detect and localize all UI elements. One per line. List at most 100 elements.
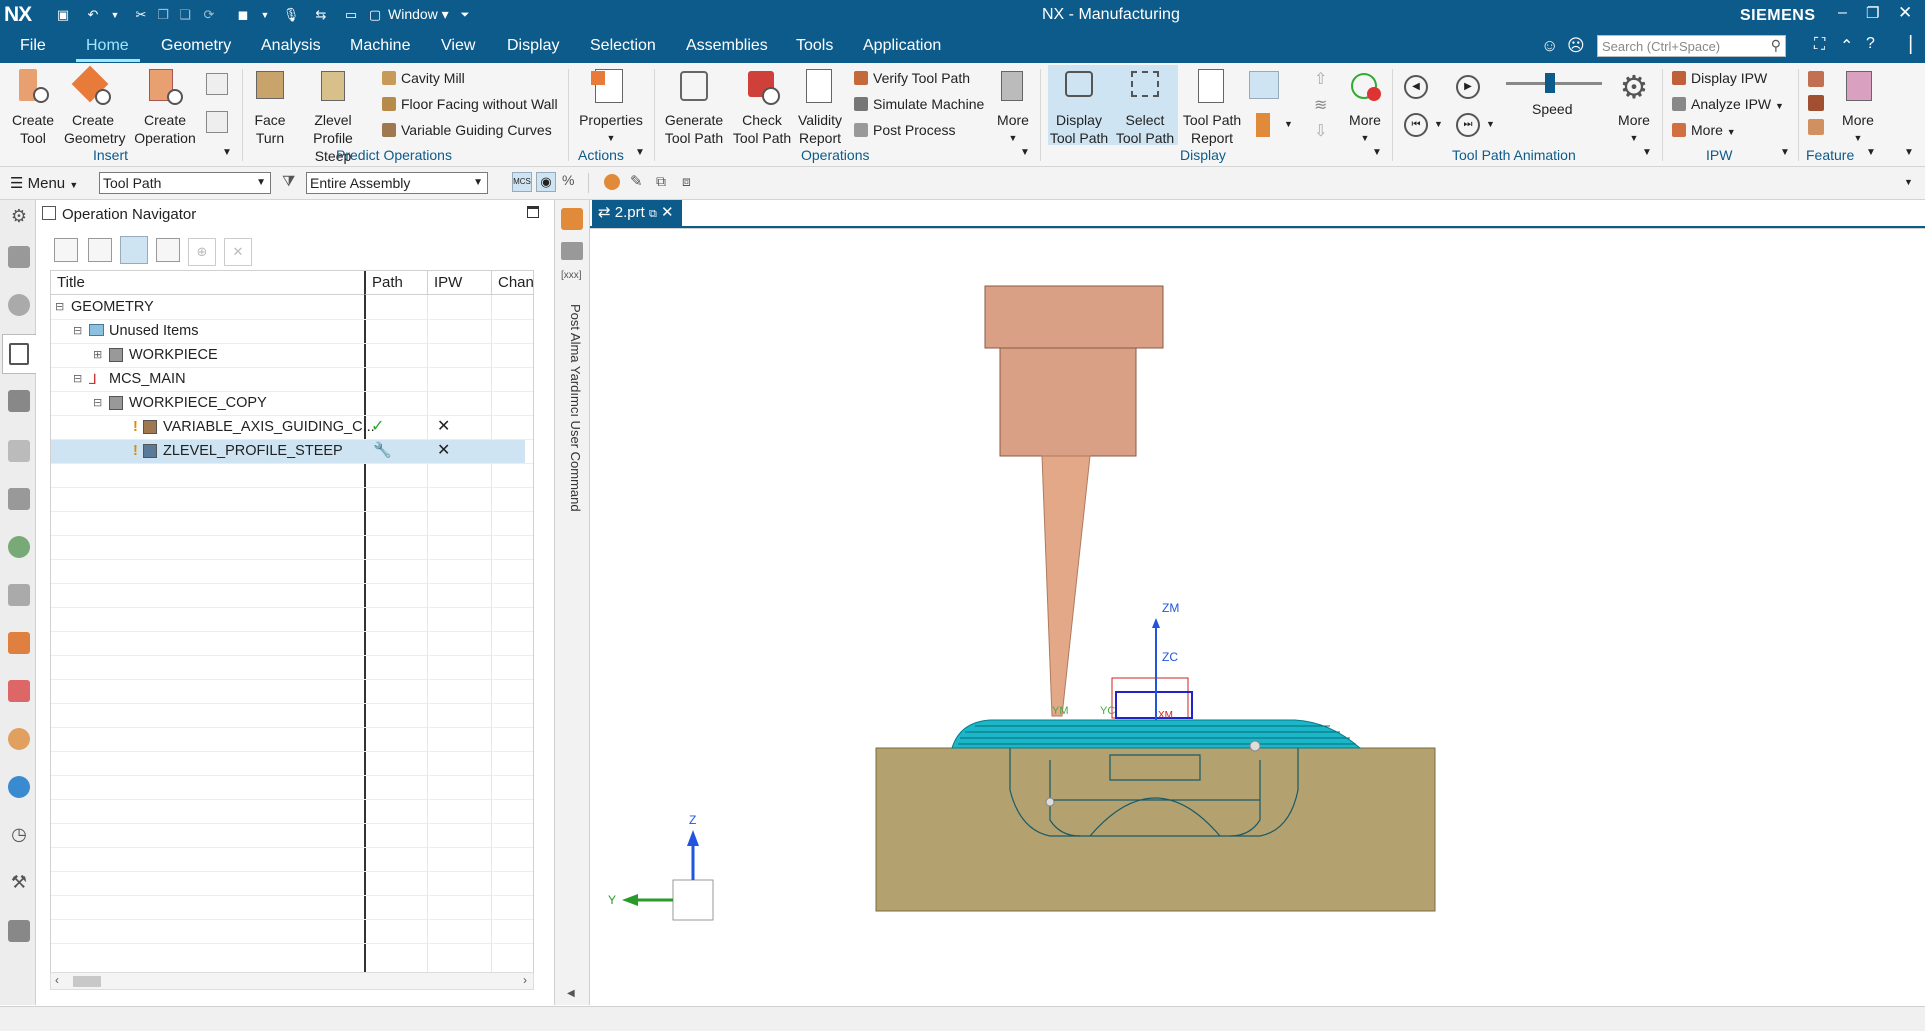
menu-file[interactable]: File bbox=[20, 37, 46, 55]
smile-icon[interactable]: ☺ bbox=[1541, 36, 1558, 56]
undo-dropdown-icon[interactable]: ▼ bbox=[106, 6, 124, 24]
post-process-button[interactable]: Post Process bbox=[854, 121, 955, 139]
properties-button[interactable]: Properties ▼ bbox=[578, 67, 644, 147]
mcs-icon[interactable]: MCS bbox=[512, 172, 532, 192]
side-panel-collapse-icon[interactable]: ◀ bbox=[567, 988, 575, 999]
visibility-icon[interactable]: ◉ bbox=[536, 172, 556, 192]
simulate-machine-button[interactable]: Simulate Machine bbox=[854, 95, 984, 113]
filter-percent-icon[interactable]: % bbox=[562, 172, 574, 188]
animation-group-dropdown[interactable]: ▼ bbox=[1642, 147, 1652, 158]
assembly-navigator-icon[interactable] bbox=[8, 294, 30, 316]
create-geometry-button[interactable]: Create Geometry bbox=[64, 65, 125, 147]
scroll-left-icon[interactable]: ‹ bbox=[55, 973, 59, 987]
side-panel-icon-3[interactable]: [xxx] bbox=[561, 270, 582, 281]
operations-group-dropdown[interactable]: ▼ bbox=[1020, 147, 1030, 158]
cam-scene[interactable]: ZM ZC YM YC XM Z Y bbox=[590, 200, 1925, 1006]
menu-machine[interactable]: Machine bbox=[350, 37, 410, 55]
ipw-group-dropdown[interactable]: ▼ bbox=[1780, 147, 1790, 158]
add-item-icon[interactable]: ⊕ bbox=[188, 238, 216, 266]
floor-facing-button[interactable]: Floor Facing without Wall bbox=[382, 95, 558, 113]
menu-assemblies[interactable]: Assemblies bbox=[686, 37, 768, 55]
arrow-up-icon[interactable]: ⇧ bbox=[1314, 69, 1327, 89]
scroll-right-icon[interactable]: › bbox=[523, 973, 527, 987]
display-tool-path-button[interactable]: Display Tool Path bbox=[1048, 67, 1110, 147]
snap-icon-1[interactable] bbox=[604, 174, 620, 190]
horizontal-scrollbar[interactable]: ‹ › bbox=[50, 972, 534, 990]
repeat-icon[interactable]: ⟳ bbox=[200, 6, 218, 24]
part-navigator-icon[interactable] bbox=[8, 246, 30, 268]
cube-dropdown-icon[interactable]: ▼ bbox=[256, 6, 274, 24]
fullscreen-icon[interactable]: ⛶ bbox=[1814, 36, 1825, 54]
toolbar-overflow-dropdown[interactable]: ▼ bbox=[1904, 177, 1913, 187]
menu-tools[interactable]: Tools bbox=[796, 37, 833, 55]
settings-icon[interactable]: ⚙ bbox=[8, 206, 30, 228]
display-more-button[interactable]: More ▼ bbox=[1344, 67, 1386, 147]
animation-more-button[interactable]: ⚙ More ▼ bbox=[1614, 67, 1654, 147]
actions-group-dropdown[interactable]: ▼ bbox=[635, 147, 645, 158]
collapse-icon[interactable]: ⊟ bbox=[73, 367, 82, 391]
ipw-more-dropdown[interactable]: ▼ bbox=[1727, 127, 1736, 137]
graphics-window[interactable]: ⇄ 2.prt ⧉ ✕ ZM ZC YM YC XM Z Y bbox=[590, 200, 1925, 1006]
insert-group-dropdown[interactable]: ▼ bbox=[222, 147, 232, 158]
feature-icon-2[interactable] bbox=[1808, 95, 1824, 111]
restore-button[interactable]: ❐ bbox=[1866, 4, 1879, 22]
feature-icon-1[interactable] bbox=[1808, 71, 1824, 87]
display-ipw-button[interactable]: Display IPW bbox=[1672, 69, 1767, 87]
roles-icon[interactable] bbox=[8, 440, 30, 462]
layers-nav-icon[interactable] bbox=[8, 632, 30, 654]
save-icon[interactable]: ▣ bbox=[54, 6, 72, 24]
tree-row-geometry[interactable]: ⊟ GEOMETRY bbox=[51, 295, 533, 319]
collapse-icon[interactable]: ⊟ bbox=[93, 391, 102, 415]
web-browser-icon[interactable] bbox=[8, 584, 30, 606]
view-icon[interactable] bbox=[8, 536, 30, 558]
tree-row-unused-items[interactable]: ⊟ Unused Items bbox=[51, 319, 533, 343]
create-operation-button[interactable]: Create Operation bbox=[133, 67, 197, 147]
cavity-mill-button[interactable]: Cavity Mill bbox=[382, 69, 465, 87]
machine-tool-navigator-icon[interactable] bbox=[8, 390, 30, 412]
frown-icon[interactable]: ☹ bbox=[1567, 36, 1585, 56]
side-panel-icon-2[interactable] bbox=[561, 242, 583, 260]
menu-button[interactable]: ☰ Menu ▼ bbox=[10, 174, 78, 192]
cut-icon[interactable]: ✂ bbox=[132, 6, 150, 24]
select-tool-path-button[interactable]: Select Tool Path bbox=[1114, 67, 1176, 147]
tool-display-dropdown[interactable]: ▼ bbox=[1284, 119, 1293, 129]
feature-group-dropdown[interactable]: ▼ bbox=[1866, 147, 1876, 158]
type-filter-select[interactable]: Tool Path ▼ bbox=[99, 172, 271, 194]
feature-icon-3[interactable] bbox=[1808, 119, 1824, 135]
check-tool-path-button[interactable]: Check Tool Path bbox=[730, 67, 794, 147]
search-input[interactable]: Search (Ctrl+Space) ⚲ bbox=[1597, 35, 1786, 57]
tree-row-variable-axis[interactable]: ! VARIABLE_AXIS_GUIDING_C... ✓ ✕ bbox=[51, 415, 533, 439]
program-order-view-icon[interactable] bbox=[54, 238, 78, 262]
collapse-icon[interactable]: ⊟ bbox=[73, 319, 82, 343]
operations-more-button[interactable]: More ▼ bbox=[992, 67, 1034, 147]
column-title[interactable]: Title bbox=[51, 271, 364, 295]
microphone-icon[interactable]: 🎙 bbox=[282, 6, 300, 24]
feature-more-button[interactable]: More ▼ bbox=[1836, 67, 1880, 147]
generate-tool-path-button[interactable]: Generate Tool Path bbox=[662, 67, 726, 147]
rewind-button[interactable]: ⏮ bbox=[1404, 113, 1428, 137]
column-ipw[interactable]: IPW bbox=[427, 271, 491, 295]
tree-row-mcs-main[interactable]: ⊟ ⅃ MCS_MAIN bbox=[51, 367, 533, 391]
play-button[interactable]: ▶ bbox=[1456, 75, 1480, 99]
menu-view[interactable]: View bbox=[441, 37, 475, 55]
tool-path-report-button[interactable]: Tool Path Report bbox=[1180, 67, 1244, 147]
operation-navigator-icon-active[interactable] bbox=[2, 334, 36, 374]
collapse-icon[interactable]: ⊟ bbox=[55, 295, 64, 319]
arrow-down-icon[interactable]: ⇩ bbox=[1314, 121, 1327, 141]
speed-slider[interactable] bbox=[1506, 73, 1602, 93]
face-turn-button[interactable]: Face Turn bbox=[250, 67, 290, 147]
validity-report-button[interactable]: Validity Report bbox=[796, 67, 844, 147]
touch-mode-icon[interactable]: ⇆ bbox=[312, 6, 330, 24]
filter-reset-icon[interactable]: ⧩ bbox=[282, 173, 295, 190]
layers-icon[interactable]: ≋ bbox=[1314, 95, 1327, 115]
expand-icon[interactable]: ⊞ bbox=[93, 343, 102, 367]
collapse-ribbon-icon[interactable]: ⌃ bbox=[1840, 36, 1853, 56]
column-change[interactable]: Chan bbox=[491, 271, 533, 295]
speed-slider-thumb[interactable] bbox=[1544, 73, 1555, 93]
help-icon[interactable]: ? bbox=[1866, 35, 1875, 53]
menu-application[interactable]: Application bbox=[863, 37, 941, 55]
window-menu[interactable]: Window ▾ bbox=[388, 6, 449, 23]
geometry-view-icon[interactable] bbox=[120, 236, 148, 264]
create-tool-button[interactable]: Create Tool bbox=[10, 67, 56, 147]
cube-icon[interactable]: ◼ bbox=[234, 6, 252, 24]
